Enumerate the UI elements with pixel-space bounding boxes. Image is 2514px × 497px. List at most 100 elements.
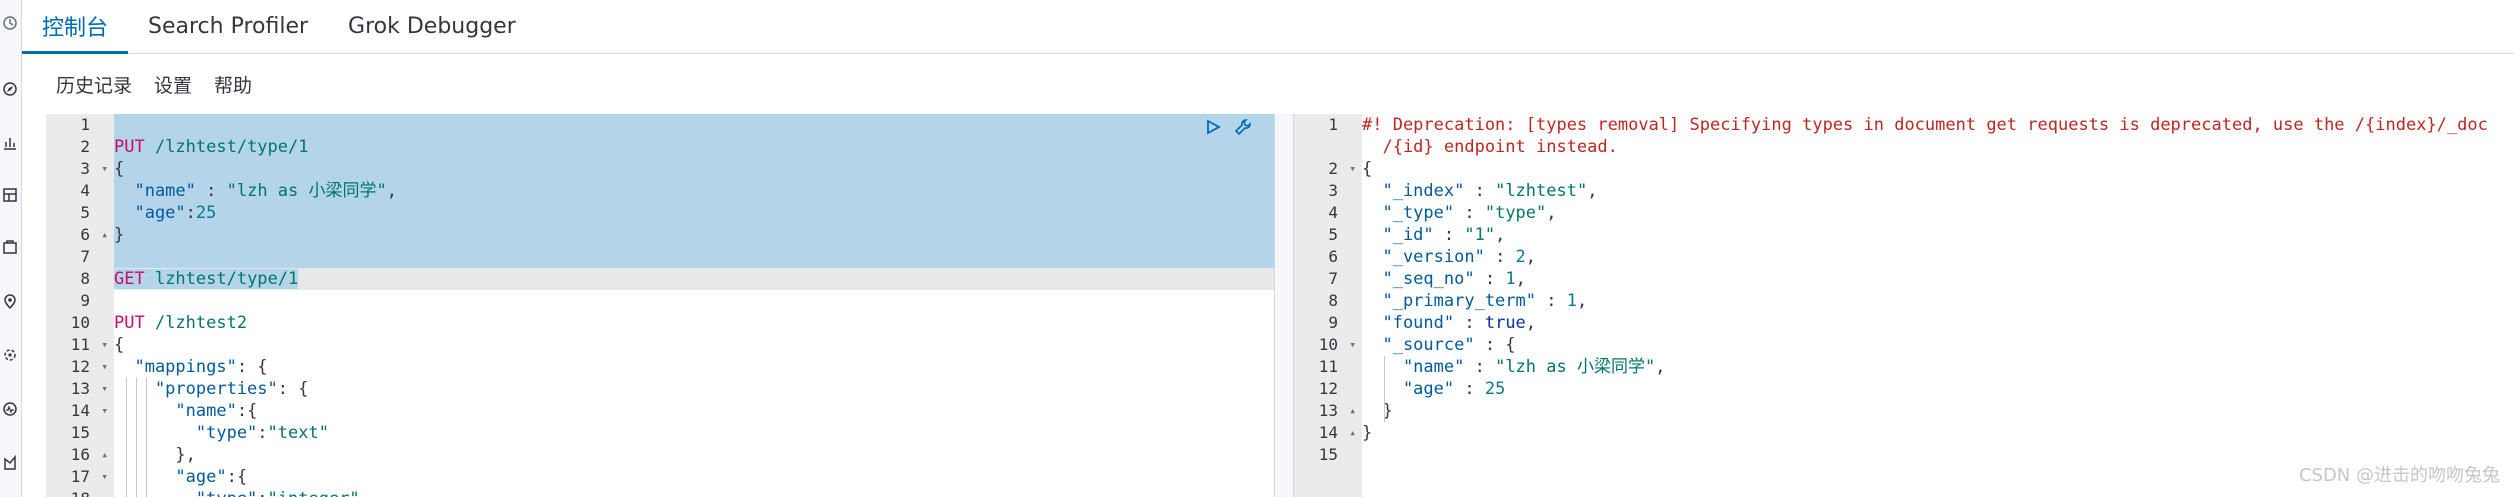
- fold-toggle-icon[interactable]: ▴: [1349, 400, 1356, 422]
- line-number-text: 6: [1328, 247, 1338, 266]
- line-number: 8: [46, 268, 114, 290]
- tab-grok-debugger[interactable]: Grok Debugger: [328, 0, 536, 53]
- tab-console[interactable]: 控制台: [22, 0, 129, 54]
- code-token: :: [195, 181, 227, 201]
- code-token: "type": [1484, 203, 1547, 223]
- code-line[interactable]: "_source" : {: [1362, 334, 2514, 356]
- visualize-icon[interactable]: [1, 134, 19, 152]
- wrench-icon[interactable]: [1232, 116, 1254, 138]
- line-number-text: 10: [70, 313, 90, 332]
- code-line[interactable]: {: [114, 334, 1274, 356]
- history-link[interactable]: 历史记录: [56, 71, 132, 98]
- code-token: ,: [386, 181, 397, 201]
- code-line[interactable]: PUT /lzhtest/type/1: [114, 136, 1274, 158]
- line-number: 4: [46, 180, 114, 202]
- response-editor[interactable]: 1 2 ▾ 3 4 5 6 7 8 9 10 ▾ 11 12 13 ▴ 14 ▴ 15 #! Deprecation…: [1294, 114, 2514, 497]
- fold-toggle-icon[interactable]: ▾: [101, 400, 108, 422]
- fold-toggle-icon[interactable]: ▴: [101, 224, 108, 246]
- settings-link[interactable]: 设置: [154, 71, 192, 98]
- code-token: ,: [1587, 181, 1598, 201]
- canvas-icon[interactable]: [1, 238, 19, 256]
- fold-toggle-icon[interactable]: ▾: [101, 356, 108, 378]
- code-line[interactable]: "_primary_term" : 1,: [1362, 290, 2514, 312]
- fold-toggle-icon[interactable]: ▾: [1349, 334, 1356, 356]
- code-line[interactable]: "name":{: [114, 400, 1274, 422]
- fold-toggle-icon[interactable]: ▾: [1349, 158, 1356, 180]
- code-line[interactable]: "_id" : "1",: [1362, 224, 2514, 246]
- code-token: ,: [1655, 357, 1666, 377]
- code-line[interactable]: }: [114, 224, 1274, 246]
- indent-guide: [146, 378, 147, 497]
- indent-guide: [1384, 356, 1385, 422]
- line-number: 16 ▴: [46, 444, 114, 466]
- fold-toggle-icon[interactable]: ▾: [101, 158, 108, 180]
- tab-search-profiler[interactable]: Search Profiler: [128, 0, 328, 53]
- line-number-text: 7: [1328, 269, 1338, 288]
- fold-toggle-icon[interactable]: ▴: [1349, 422, 1356, 444]
- code-line[interactable]: }: [1362, 422, 2514, 444]
- maps-icon[interactable]: [1, 292, 19, 310]
- compass-icon[interactable]: [1, 80, 19, 98]
- line-number: 12 ▾: [46, 356, 114, 378]
- code-line[interactable]: "_type" : "type",: [1362, 202, 2514, 224]
- code-line[interactable]: [114, 246, 1274, 268]
- line-number-text: 18: [71, 488, 90, 497]
- code-line[interactable]: GET lzhtest/type/1: [114, 268, 1274, 290]
- code-token: 25: [1484, 379, 1506, 399]
- line-number-text: 13: [70, 379, 90, 398]
- code-line[interactable]: "type":"text": [114, 422, 1274, 444]
- code-line[interactable]: }: [1362, 400, 2514, 422]
- code-line[interactable]: "age":25: [114, 202, 1274, 224]
- code-line[interactable]: #! Deprecation: [types removal] Specifyi…: [1362, 114, 2514, 136]
- code-token: }: [114, 225, 125, 245]
- editor-resizer[interactable]: [1274, 114, 1294, 497]
- code-token: /lzhtest/type/1: [144, 137, 309, 157]
- line-number: 13 ▴: [1294, 400, 1362, 422]
- code-token: {: [1362, 159, 1373, 179]
- code-line[interactable]: {: [114, 158, 1274, 180]
- code-line[interactable]: PUT /lzhtest2: [114, 312, 1274, 334]
- code-line[interactable]: "age" : 25: [1362, 378, 2514, 400]
- line-number: 15: [1294, 444, 1362, 466]
- fold-toggle-icon[interactable]: ▴: [101, 444, 108, 466]
- code-line[interactable]: "name" : "lzh as 小梁同学",: [114, 180, 1274, 202]
- line-number-text: 15: [70, 423, 90, 442]
- code-line[interactable]: "_index" : "lzhtest",: [1362, 180, 2514, 202]
- line-number-text: 16: [70, 445, 90, 464]
- line-number-text: 4: [1328, 203, 1338, 222]
- code-line[interactable]: /{id} endpoint instead.: [1362, 136, 2514, 158]
- code-line[interactable]: },: [114, 444, 1274, 466]
- fold-toggle-icon[interactable]: ▾: [101, 334, 108, 356]
- fold-toggle-icon[interactable]: ▾: [101, 378, 108, 400]
- code-line[interactable]: [114, 114, 1274, 136]
- code-token: 1: [1505, 269, 1516, 289]
- code-line[interactable]: "mappings": {: [114, 356, 1274, 378]
- fold-toggle-icon[interactable]: ▾: [101, 466, 108, 488]
- code-token: GET: [114, 269, 145, 289]
- code-line[interactable]: {: [1362, 158, 2514, 180]
- apm-icon[interactable]: [1, 400, 19, 418]
- play-icon[interactable]: [1202, 116, 1224, 138]
- graph-icon[interactable]: [1, 454, 19, 472]
- ml-icon[interactable]: [1, 346, 19, 364]
- code-line[interactable]: "properties": {: [114, 378, 1274, 400]
- code-line[interactable]: "name" : "lzh as 小梁同学",: [1362, 356, 2514, 378]
- request-editor[interactable]: 123▾456▴7891011▾12▾13▾14▾1516▴17▾18 PUT …: [46, 114, 1274, 497]
- help-link[interactable]: 帮助: [214, 71, 252, 98]
- code-line[interactable]: "_seq_no" : 1,: [1362, 268, 2514, 290]
- code-line[interactable]: [114, 290, 1274, 312]
- code-line[interactable]: "_version" : 2,: [1362, 246, 2514, 268]
- line-number-text: 14: [1318, 423, 1338, 442]
- code-line[interactable]: "age":{: [114, 466, 1274, 488]
- code-token: :: [1474, 269, 1506, 289]
- code-token: "lzh as 小梁同学": [1495, 357, 1656, 377]
- request-code[interactable]: PUT /lzhtest/type/1{ "name" : "lzh as 小梁…: [114, 114, 1274, 497]
- code-token: :: [1536, 291, 1567, 311]
- code-line[interactable]: "type":"integer": [114, 488, 1274, 497]
- clock-icon[interactable]: [1, 14, 19, 32]
- code-token: 1: [1566, 291, 1577, 311]
- code-token: "properties": [114, 379, 278, 399]
- code-token: "_primary_term": [1362, 291, 1536, 311]
- dashboard-icon[interactable]: [1, 186, 19, 204]
- code-line[interactable]: "found" : true,: [1362, 312, 2514, 334]
